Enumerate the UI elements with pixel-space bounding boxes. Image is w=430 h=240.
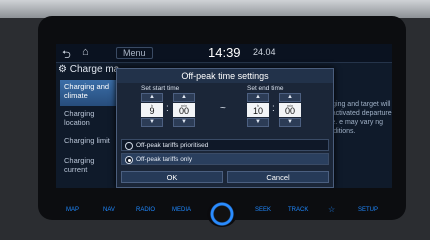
end-colon: : — [272, 103, 275, 114]
radio-off-icon — [125, 142, 133, 150]
map-hardware-button[interactable]: MAP — [66, 207, 79, 213]
ok-button[interactable]: OK — [121, 171, 223, 183]
start-minute-value: 00 — [178, 106, 189, 116]
end-minute-up-button[interactable]: ▲ — [279, 93, 301, 102]
infotainment-screen: ⮌ ⌂ Menu 14:39 24.04 ⚙ Charge ma Chargin… — [56, 44, 392, 188]
end-minute-stepper: ▲ min 00 ▼ — [279, 93, 301, 127]
home-icon[interactable]: ⌂ — [82, 46, 89, 58]
media-hardware-button[interactable]: MEDIA — [172, 207, 191, 213]
start-minute-box: min 00 — [173, 103, 195, 117]
end-hour-up-button[interactable]: ▲ — [247, 93, 269, 102]
start-hour-down-button[interactable]: ▼ — [141, 118, 163, 127]
radio-on-icon — [125, 156, 133, 164]
start-time-label: Set start time — [141, 85, 180, 92]
start-minute-stepper: ▲ min 00 ▼ — [173, 93, 195, 127]
option-label: Off-peak tariffs only — [136, 156, 193, 163]
dialog-title: Off-peak time settings — [117, 69, 333, 83]
end-hour-box: h 10 — [247, 103, 269, 117]
track-hardware-button[interactable]: TRACK — [288, 207, 308, 213]
volume-knob[interactable] — [207, 201, 237, 227]
sidebar-item-charging-location[interactable]: Charging location — [60, 107, 120, 133]
start-hour-stepper: ▲ h 9 ▼ — [141, 93, 163, 127]
end-minute-value: 00 — [284, 106, 295, 116]
end-time-label: Set end time — [247, 85, 284, 92]
start-colon: : — [166, 103, 169, 114]
menu-button[interactable]: Menu — [116, 47, 153, 59]
offpeak-dialog: Off-peak time settings Set start time Se… — [116, 68, 334, 188]
end-hour-value: 10 — [252, 106, 263, 116]
setup-hardware-button[interactable]: SETUP — [358, 207, 378, 213]
nav-hardware-button[interactable]: NAV — [103, 207, 115, 213]
sidebar-item-charging-climate[interactable]: Charging and climate — [60, 80, 120, 106]
end-minute-box: min 00 — [279, 103, 301, 117]
clock-time: 14:39 — [208, 45, 241, 60]
sidebar-item-charging-current[interactable]: Charging current — [60, 154, 120, 180]
page-header: ⚙ Charge ma — [58, 64, 119, 75]
end-hour-down-button[interactable]: ▼ — [247, 118, 269, 127]
clock-date: 24.04 — [253, 47, 276, 57]
range-separator: ~ — [220, 103, 226, 114]
status-bar: ⮌ ⌂ Menu 14:39 24.04 — [56, 44, 392, 63]
page-title: Charge ma — [69, 64, 120, 75]
start-minute-down-button[interactable]: ▼ — [173, 118, 195, 127]
cancel-button[interactable]: Cancel — [227, 171, 329, 183]
seek-hardware-button[interactable]: SEEK — [255, 207, 271, 213]
end-minute-down-button[interactable]: ▼ — [279, 118, 301, 127]
radio-hardware-button[interactable]: RADIO — [136, 207, 155, 213]
start-hour-value: 9 — [149, 106, 155, 116]
option-label: Off-peak tariffs prioritised — [136, 142, 209, 149]
start-hour-up-button[interactable]: ▲ — [141, 93, 163, 102]
option-offpeak-prioritised[interactable]: Off-peak tariffs prioritised — [121, 139, 329, 151]
start-minute-up-button[interactable]: ▲ — [173, 93, 195, 102]
start-hour-box: h 9 — [141, 103, 163, 117]
option-offpeak-only[interactable]: Off-peak tariffs only — [121, 153, 329, 165]
favorite-star-icon[interactable]: ☆ — [328, 205, 335, 214]
end-hour-stepper: ▲ h 10 ▼ — [247, 93, 269, 127]
charge-settings-icon: ⚙ — [58, 64, 67, 75]
back-icon[interactable]: ⮌ — [62, 46, 71, 65]
